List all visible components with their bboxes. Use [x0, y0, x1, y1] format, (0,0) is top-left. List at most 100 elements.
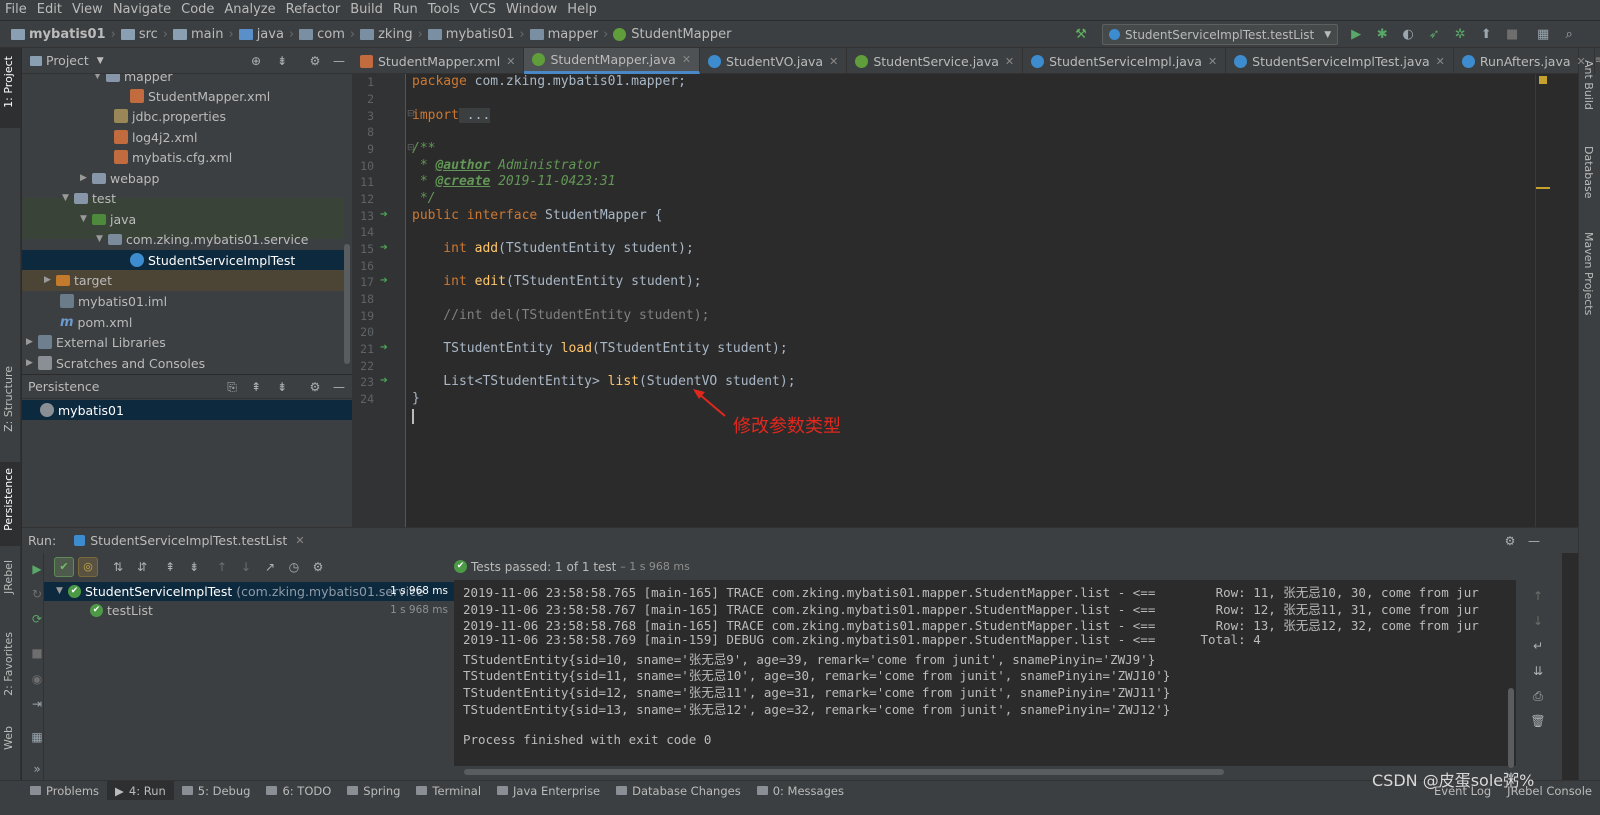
implemented-gutter-icon[interactable]: ➔ — [380, 373, 388, 388]
tree-item-external-libraries[interactable]: ▶ External Libraries — [26, 332, 166, 352]
soft-wrap-icon[interactable]: ↵ — [1530, 638, 1546, 654]
menu-vcs[interactable]: VCS — [465, 0, 501, 20]
tool-tab-web[interactable]: Web — [2, 726, 15, 750]
breadcrumb-src[interactable]: src — [118, 27, 161, 42]
collapse-all-icon[interactable]: ⇟ — [274, 53, 290, 69]
tab-studentservice-java[interactable]: StudentService.java ✕ — [847, 48, 1024, 74]
down-arrow-icon[interactable]: ↓ — [1530, 613, 1546, 629]
tool-button-todo[interactable]: 6: TODO — [258, 784, 339, 798]
tool-tab-structure[interactable]: Z: Structure — [2, 366, 15, 432]
implemented-gutter-icon[interactable]: ➔ — [380, 273, 388, 288]
breadcrumb-com[interactable]: com — [296, 27, 348, 42]
jrebel-run-icon[interactable]: ➶ — [1426, 27, 1442, 43]
folded-imports[interactable]: ... — [458, 108, 491, 123]
export-icon[interactable]: ⇥ — [29, 696, 45, 712]
tab-studentserviceimpl-java[interactable]: StudentServiceImpl.java ✕ — [1023, 48, 1227, 74]
tool-tab-favorites[interactable]: 2: Favorites — [2, 632, 15, 696]
menu-build[interactable]: Build — [345, 0, 388, 20]
close-icon[interactable]: ✕ — [1208, 55, 1217, 68]
test-suite-node[interactable]: ▼ ✔ StudentServiceImplTest (com.zking.myb… — [56, 581, 452, 601]
close-icon[interactable]: ✕ — [829, 55, 838, 68]
menu-refactor[interactable]: Refactor — [281, 0, 346, 20]
up-arrow-icon[interactable]: ↑ — [1530, 588, 1546, 604]
close-icon[interactable]: ✕ — [1005, 55, 1014, 68]
more-icon[interactable]: » — [29, 761, 45, 777]
menu-view[interactable]: View — [67, 0, 108, 20]
menu-run[interactable]: Run — [388, 0, 423, 20]
scroll-to-end-icon[interactable]: ⇊ — [1530, 663, 1546, 679]
close-icon[interactable]: ✕ — [1436, 55, 1445, 68]
hide-icon[interactable]: — — [1526, 533, 1542, 549]
tree-item-webapp[interactable]: ▶ webapp — [80, 168, 159, 188]
hammer-icon[interactable]: ⚒ — [1073, 27, 1089, 43]
menu-tools[interactable]: Tools — [423, 0, 465, 20]
project-structure-icon[interactable]: ▦ — [1535, 27, 1551, 43]
export-results-icon[interactable]: ↗ — [262, 559, 278, 575]
implemented-gutter-icon[interactable]: ➔ — [380, 207, 388, 222]
tree-item-log4j2-xml[interactable]: log4j2.xml — [114, 127, 197, 147]
menu-window[interactable]: Window — [501, 0, 562, 20]
fold-icon[interactable]: ⊟ — [407, 109, 415, 119]
menu-file[interactable]: File — [0, 0, 32, 20]
tree-item-pom-xml[interactable]: m pom.xml — [60, 312, 132, 332]
tree-item-test[interactable]: ▼ test — [62, 188, 116, 208]
fold-icon[interactable]: ⊟ — [407, 143, 415, 153]
breadcrumb-mapper[interactable]: mapper — [527, 27, 601, 42]
editor-scrollbar[interactable] — [1535, 74, 1550, 527]
collapse-all-icon[interactable]: ⇟ — [274, 379, 290, 395]
chevron-down-icon[interactable]: ▼ — [97, 56, 104, 66]
close-icon[interactable]: ✕ — [1577, 55, 1586, 68]
tree-item-java[interactable]: ▼ java — [80, 209, 136, 229]
tab-studentserviceimpltest-java[interactable]: StudentServiceImplTest.java ✕ — [1226, 48, 1454, 74]
tool-button-run[interactable]: ▶ 4: Run — [107, 780, 174, 801]
tool-tab-project-label[interactable]: 1: Project — [2, 56, 15, 108]
layout-icon[interactable]: ▦ — [29, 729, 45, 745]
debug-icon[interactable]: ✱ — [1374, 27, 1390, 43]
console-icon[interactable]: ⎘ — [224, 379, 240, 395]
expand-all-icon[interactable]: ⇞ — [248, 379, 264, 395]
toggle-auto-test-icon[interactable]: ⟳ — [29, 611, 45, 627]
trash-icon[interactable]: 🗑 — [1530, 713, 1546, 729]
tree-item-mybatis01-iml[interactable]: mybatis01.iml — [60, 291, 167, 311]
locate-icon[interactable]: ⊕ — [248, 53, 264, 69]
coverage-icon[interactable]: ◐ — [1400, 27, 1416, 43]
tree-item-mybatis-cfg-xml[interactable]: mybatis.cfg.xml — [114, 147, 232, 167]
tool-tab-maven-projects[interactable]: Maven Projects — [1582, 232, 1595, 315]
gear-icon[interactable]: ⚙ — [307, 379, 323, 395]
search-everywhere-icon[interactable]: ⌕ — [1561, 27, 1577, 43]
hide-icon[interactable]: — — [331, 53, 347, 69]
tree-item-mapper[interactable]: ▼ mapper — [94, 74, 173, 86]
console-vertical-scrollbar[interactable] — [1508, 688, 1514, 768]
code-editor[interactable]: package com.zking.mybatis01.mapper; impo… — [407, 74, 1535, 527]
attach-icon[interactable]: ⬆ — [1478, 27, 1494, 43]
menu-code[interactable]: Code — [176, 0, 219, 20]
rerun-icon[interactable]: ▶ — [29, 561, 45, 577]
print-icon[interactable]: ⎙ — [1530, 688, 1546, 704]
history-icon[interactable]: ◷ — [286, 559, 302, 575]
stop-icon[interactable]: ■ — [29, 645, 45, 661]
stop-icon[interactable]: ■ — [1504, 27, 1520, 43]
menu-edit[interactable]: Edit — [32, 0, 67, 20]
breadcrumb-main[interactable]: main — [170, 27, 226, 42]
tab-studentmapper-java[interactable]: StudentMapper.java ✕ — [524, 48, 701, 74]
tool-button-java-enterprise[interactable]: Java Enterprise — [489, 784, 608, 798]
previous-failed-icon[interactable]: ↑ — [214, 559, 230, 575]
tree-item-service-package[interactable]: ▼ com.zking.mybatis01.service — [96, 229, 308, 249]
tool-button-problems[interactable]: Problems — [22, 784, 107, 798]
test-case-node[interactable]: ✔ testList 1 s 968 ms — [90, 600, 452, 620]
gear-icon[interactable]: ⚙ — [307, 53, 323, 69]
show-passed-icon[interactable]: ✔ — [54, 556, 74, 577]
implemented-gutter-icon[interactable]: ➔ — [380, 340, 388, 355]
rerun-failed-icon[interactable]: ↻ — [29, 586, 45, 602]
sort-duration-icon[interactable]: ⇵ — [134, 559, 150, 575]
inspection-indicator-icon[interactable] — [1539, 76, 1547, 84]
breadcrumb-java[interactable]: java — [236, 27, 287, 42]
close-icon[interactable]: ✕ — [682, 53, 691, 66]
tree-item-studentserviceimpltest[interactable]: StudentServiceImplTest — [130, 250, 295, 270]
tree-item-studentmapper-xml[interactable]: StudentMapper.xml — [130, 86, 270, 106]
menu-analyze[interactable]: Analyze — [219, 0, 280, 20]
console-output[interactable]: 2019-11-06 23:58:58.765 [main-165] TRACE… — [454, 580, 1516, 766]
tab-studentvo-java[interactable]: StudentVO.java ✕ — [700, 48, 848, 74]
run-icon[interactable]: ▶ — [1348, 27, 1364, 43]
menu-navigate[interactable]: Navigate — [108, 0, 176, 20]
